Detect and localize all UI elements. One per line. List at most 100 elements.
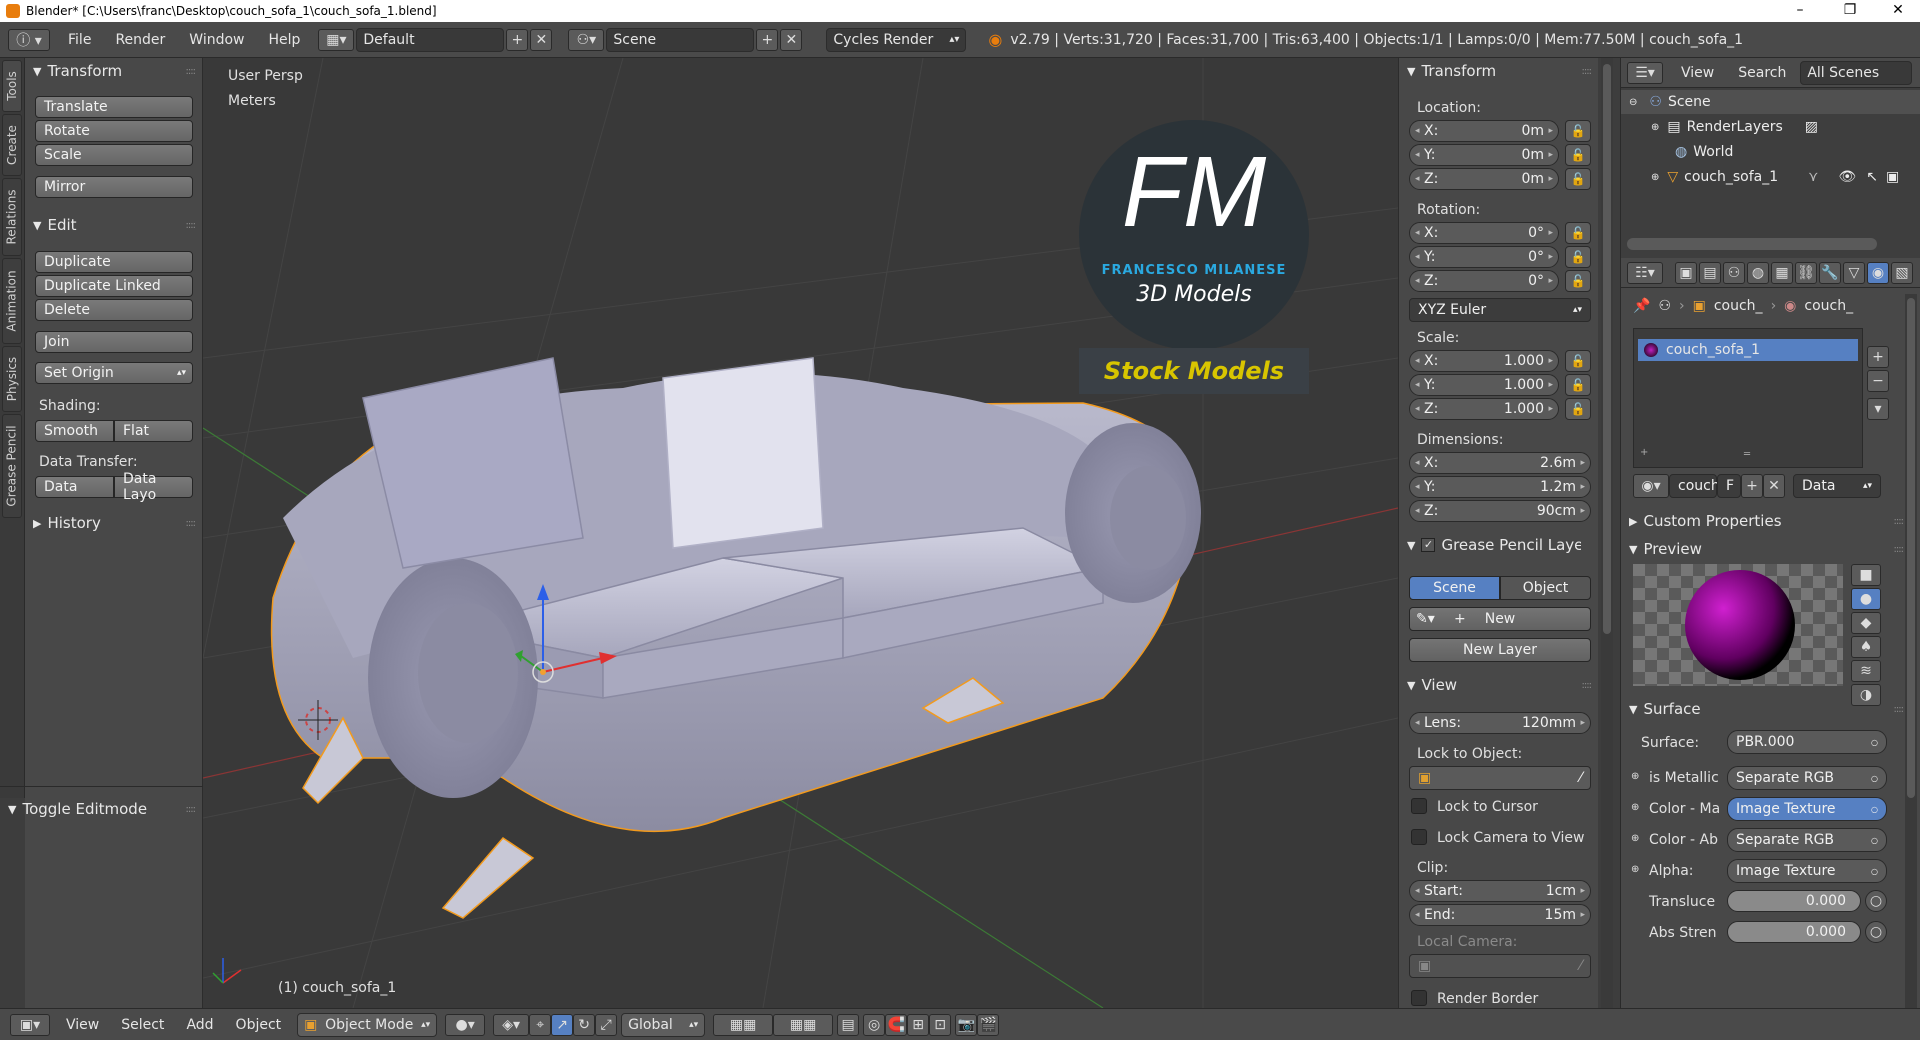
scene-tab-icon[interactable]: ⚇ <box>1723 261 1745 284</box>
lock-cursor-checkbox[interactable] <box>1411 798 1427 814</box>
editor-type-info-icon[interactable]: ⓘ ▾ <box>8 28 50 51</box>
input-link-select[interactable]: Image Texture ○ <box>1727 859 1887 883</box>
history-panel-header[interactable]: ▶ History:::: <box>25 510 203 536</box>
grease-pencil-header[interactable]: ▼ ✓ Grease Pencil Layer <box>1399 532 1599 558</box>
render-tab-icon[interactable]: ▣ <box>1675 261 1697 284</box>
tab-create[interactable]: Create <box>2 114 22 176</box>
scale-z-field[interactable]: ◂ Z: 1.000 ▸ <box>1409 398 1559 420</box>
lock-icon[interactable]: 🔓 <box>1565 350 1591 372</box>
expand-icon[interactable]: ⊕ <box>1631 771 1639 782</box>
flat-button[interactable]: Flat <box>114 420 193 442</box>
orientation-select[interactable]: Global ▴▾ <box>621 1012 706 1037</box>
remove-slot-icon[interactable]: − <box>1867 370 1889 392</box>
remove-layout-icon[interactable]: ✕ <box>530 28 553 51</box>
material-name-field[interactable]: couch <box>1669 474 1720 498</box>
new-material-icon[interactable]: + <box>1741 474 1763 498</box>
outliner-hscroll[interactable] <box>1627 238 1877 250</box>
render-icon[interactable]: ▣ <box>1886 169 1899 185</box>
duplicate-linked-button[interactable]: Duplicate Linked <box>35 275 193 297</box>
add-layout-icon[interactable]: + <box>506 28 529 51</box>
abs-strength-slider[interactable]: 0.000 <box>1727 921 1861 943</box>
scale-manipulator-icon[interactable]: ⤢ <box>595 1013 618 1036</box>
outliner-world-row[interactable]: ◍ World <box>1621 140 1733 164</box>
input-link-select[interactable]: Separate RGB ○ <box>1727 828 1887 852</box>
input-link-select[interactable]: Image Texture ○ <box>1727 797 1887 821</box>
transform-panel-header[interactable]: ▼ Transform:::: <box>25 58 203 84</box>
outliner-renderlayers-row[interactable]: ⊕ ▤ RenderLayers ▨ <box>1621 115 1818 139</box>
snap-toggle-icon[interactable]: 🧲 <box>885 1013 908 1036</box>
scrollbar-thumb[interactable] <box>1907 298 1915 798</box>
layer-lock-icon[interactable]: ▤ <box>837 1013 860 1036</box>
tab-relations[interactable]: Relations <box>2 178 22 256</box>
list-resize-grip[interactable]: ═ <box>1744 449 1750 460</box>
lock-icon[interactable]: 🔓 <box>1565 270 1591 292</box>
delete-button[interactable]: Delete <box>35 299 193 321</box>
menu-view[interactable]: View <box>66 1017 99 1033</box>
cursor-select-icon[interactable]: ↖ <box>1866 169 1878 185</box>
dimension-x-field[interactable]: ◂ X: 2.6m ▸ <box>1409 452 1591 474</box>
scale-y-field[interactable]: ◂ Y: 1.000 ▸ <box>1409 374 1559 396</box>
list-plus-icon[interactable]: + <box>1640 447 1648 458</box>
lock-icon[interactable]: 🔓 <box>1565 144 1591 166</box>
menu-select[interactable]: Select <box>121 1017 164 1033</box>
close-button[interactable]: ✕ <box>1878 0 1918 22</box>
menu-add[interactable]: Add <box>186 1017 213 1033</box>
remove-scene-icon[interactable]: ✕ <box>780 28 803 51</box>
properties-scrollbar[interactable] <box>1905 294 1917 1034</box>
opengl-animation-icon[interactable]: 🎬 <box>977 1013 1000 1036</box>
preview-header[interactable]: ▼ Preview:::: <box>1621 536 1911 562</box>
outliner-filter-select[interactable]: All Scenes <box>1800 60 1913 85</box>
socket-icon[interactable]: ○ <box>1865 921 1887 943</box>
view-panel-header[interactable]: ▼ View:::: <box>1399 672 1599 698</box>
tab-animation[interactable]: Animation <box>2 258 22 344</box>
data-transfer-button[interactable]: Data <box>35 476 114 498</box>
smooth-button[interactable]: Smooth <box>35 420 114 442</box>
layers-grid-icon[interactable]: ▦▦ <box>713 1013 774 1036</box>
rotation-z-field[interactable]: ◂ Z: 0° ▸ <box>1409 270 1559 292</box>
translucent-slider[interactable]: 0.000 <box>1727 890 1861 912</box>
custom-properties-header[interactable]: ▶ Custom Properties:::: <box>1621 508 1911 534</box>
material-slot-item[interactable]: couch_sofa_1 <box>1638 339 1858 361</box>
opengl-render-icon[interactable]: 📷 <box>955 1013 978 1036</box>
render-engine-select[interactable]: Cycles Render ▴▾ <box>826 27 967 52</box>
eyedropper-icon[interactable]: ⁄ <box>1580 770 1582 786</box>
location-y-field[interactable]: ◂ Y: 0m ▸ <box>1409 144 1559 166</box>
outliner-search-menu[interactable]: Search <box>1738 65 1786 81</box>
preview-monkey-icon[interactable]: ♠ <box>1851 636 1881 658</box>
modifiers-tab-icon[interactable]: 🔧 <box>1819 261 1841 284</box>
lock-icon[interactable]: 🔓 <box>1565 246 1591 268</box>
lock-camera-checkbox[interactable] <box>1411 829 1427 845</box>
lock-icon[interactable]: 🔓 <box>1565 222 1591 244</box>
scale-x-field[interactable]: ◂ X: 1.000 ▸ <box>1409 350 1559 372</box>
join-button[interactable]: Join <box>35 331 193 353</box>
material-tab-icon[interactable]: ◉ <box>1867 261 1889 284</box>
expand-icon[interactable]: ⊕ <box>1631 833 1639 844</box>
rotate-button[interactable]: Rotate <box>35 120 193 142</box>
maximize-button[interactable]: ❐ <box>1830 0 1870 22</box>
set-origin-select[interactable]: Set Origin ▴▾ <box>35 362 193 384</box>
lock-icon[interactable]: 🔓 <box>1565 398 1591 420</box>
menu-object[interactable]: Object <box>236 1017 282 1033</box>
snap-element-icon[interactable]: ⊞ <box>907 1013 930 1036</box>
input-link-select[interactable]: Separate RGB ○ <box>1727 766 1887 790</box>
outliner-scene-row[interactable]: ⊖ ⚇ Scene <box>1621 90 1920 114</box>
lock-object-field[interactable]: ▣ ⁄ <box>1409 766 1591 790</box>
preview-sphere-icon[interactable]: ● <box>1851 588 1881 610</box>
gp-object-toggle[interactable]: Object <box>1500 576 1591 600</box>
tab-tools[interactable]: Tools <box>2 60 22 112</box>
dimension-z-field[interactable]: ◂ Z: 90cm ▸ <box>1409 500 1591 522</box>
lock-icon[interactable]: 🔓 <box>1565 374 1591 396</box>
expand-icon[interactable]: ⊕ <box>1631 864 1639 875</box>
manipulator-toggle-icon[interactable]: ⌖ <box>529 1013 552 1036</box>
toggle-editmode-header[interactable]: ▼ Toggle Editmode:::: <box>0 796 203 822</box>
fake-user-toggle[interactable]: F <box>1717 474 1741 498</box>
preview-flat-icon[interactable]: ■ <box>1851 564 1881 586</box>
outliner-view-menu[interactable]: View <box>1681 65 1714 81</box>
translate-manipulator-icon[interactable]: ↗ <box>551 1013 574 1036</box>
edit-panel-header[interactable]: ▼ Edit:::: <box>25 212 203 238</box>
material-browse-icon[interactable]: ◉▾ <box>1633 474 1669 498</box>
minimize-button[interactable]: – <box>1780 0 1820 22</box>
gp-scene-toggle[interactable]: Scene <box>1409 576 1500 600</box>
pin-icon[interactable]: 📌 <box>1633 298 1650 314</box>
rotation-x-field[interactable]: ◂ X: 0° ▸ <box>1409 222 1559 244</box>
